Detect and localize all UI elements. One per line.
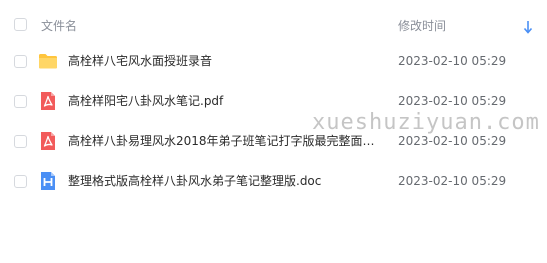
- watermark: xueshuziyuan.com: [312, 110, 540, 135]
- file-name[interactable]: 高栓样阳宅八卦风水笔记.pdf: [68, 92, 386, 110]
- list-item[interactable]: 高栓样八宅风水面授班录音 2023-02-10 05:29: [0, 42, 547, 82]
- folder-icon: [39, 54, 57, 69]
- pdf-icon: [41, 92, 55, 110]
- row-checkbox[interactable]: [14, 175, 27, 188]
- doc-icon: [41, 172, 55, 190]
- file-modified-time: 2023-02-10 05:29: [398, 54, 507, 68]
- file-list: 文件名 修改时间 高栓样八宅风水面授班录音 2023-02-10 05:29 高…: [0, 0, 547, 263]
- file-name[interactable]: 整理格式版高栓样八卦风水弟子笔记整理版.doc: [68, 172, 386, 190]
- list-item[interactable]: 整理格式版高栓样八卦风水弟子笔记整理版.doc 2023-02-10 05:29: [0, 162, 547, 202]
- file-name[interactable]: 高栓样八宅风水面授班录音: [68, 52, 386, 70]
- row-checkbox[interactable]: [14, 135, 27, 148]
- select-all-checkbox[interactable]: [14, 18, 27, 31]
- file-modified-time: 2023-02-10 05:29: [398, 94, 507, 108]
- column-header-name[interactable]: 文件名: [41, 17, 77, 34]
- row-checkbox[interactable]: [14, 95, 27, 108]
- column-header-modified-time[interactable]: 修改时间: [398, 17, 446, 34]
- arrow-down-icon[interactable]: [523, 20, 533, 34]
- pdf-icon: [41, 132, 55, 150]
- row-checkbox[interactable]: [14, 55, 27, 68]
- file-modified-time: 2023-02-10 05:29: [398, 174, 507, 188]
